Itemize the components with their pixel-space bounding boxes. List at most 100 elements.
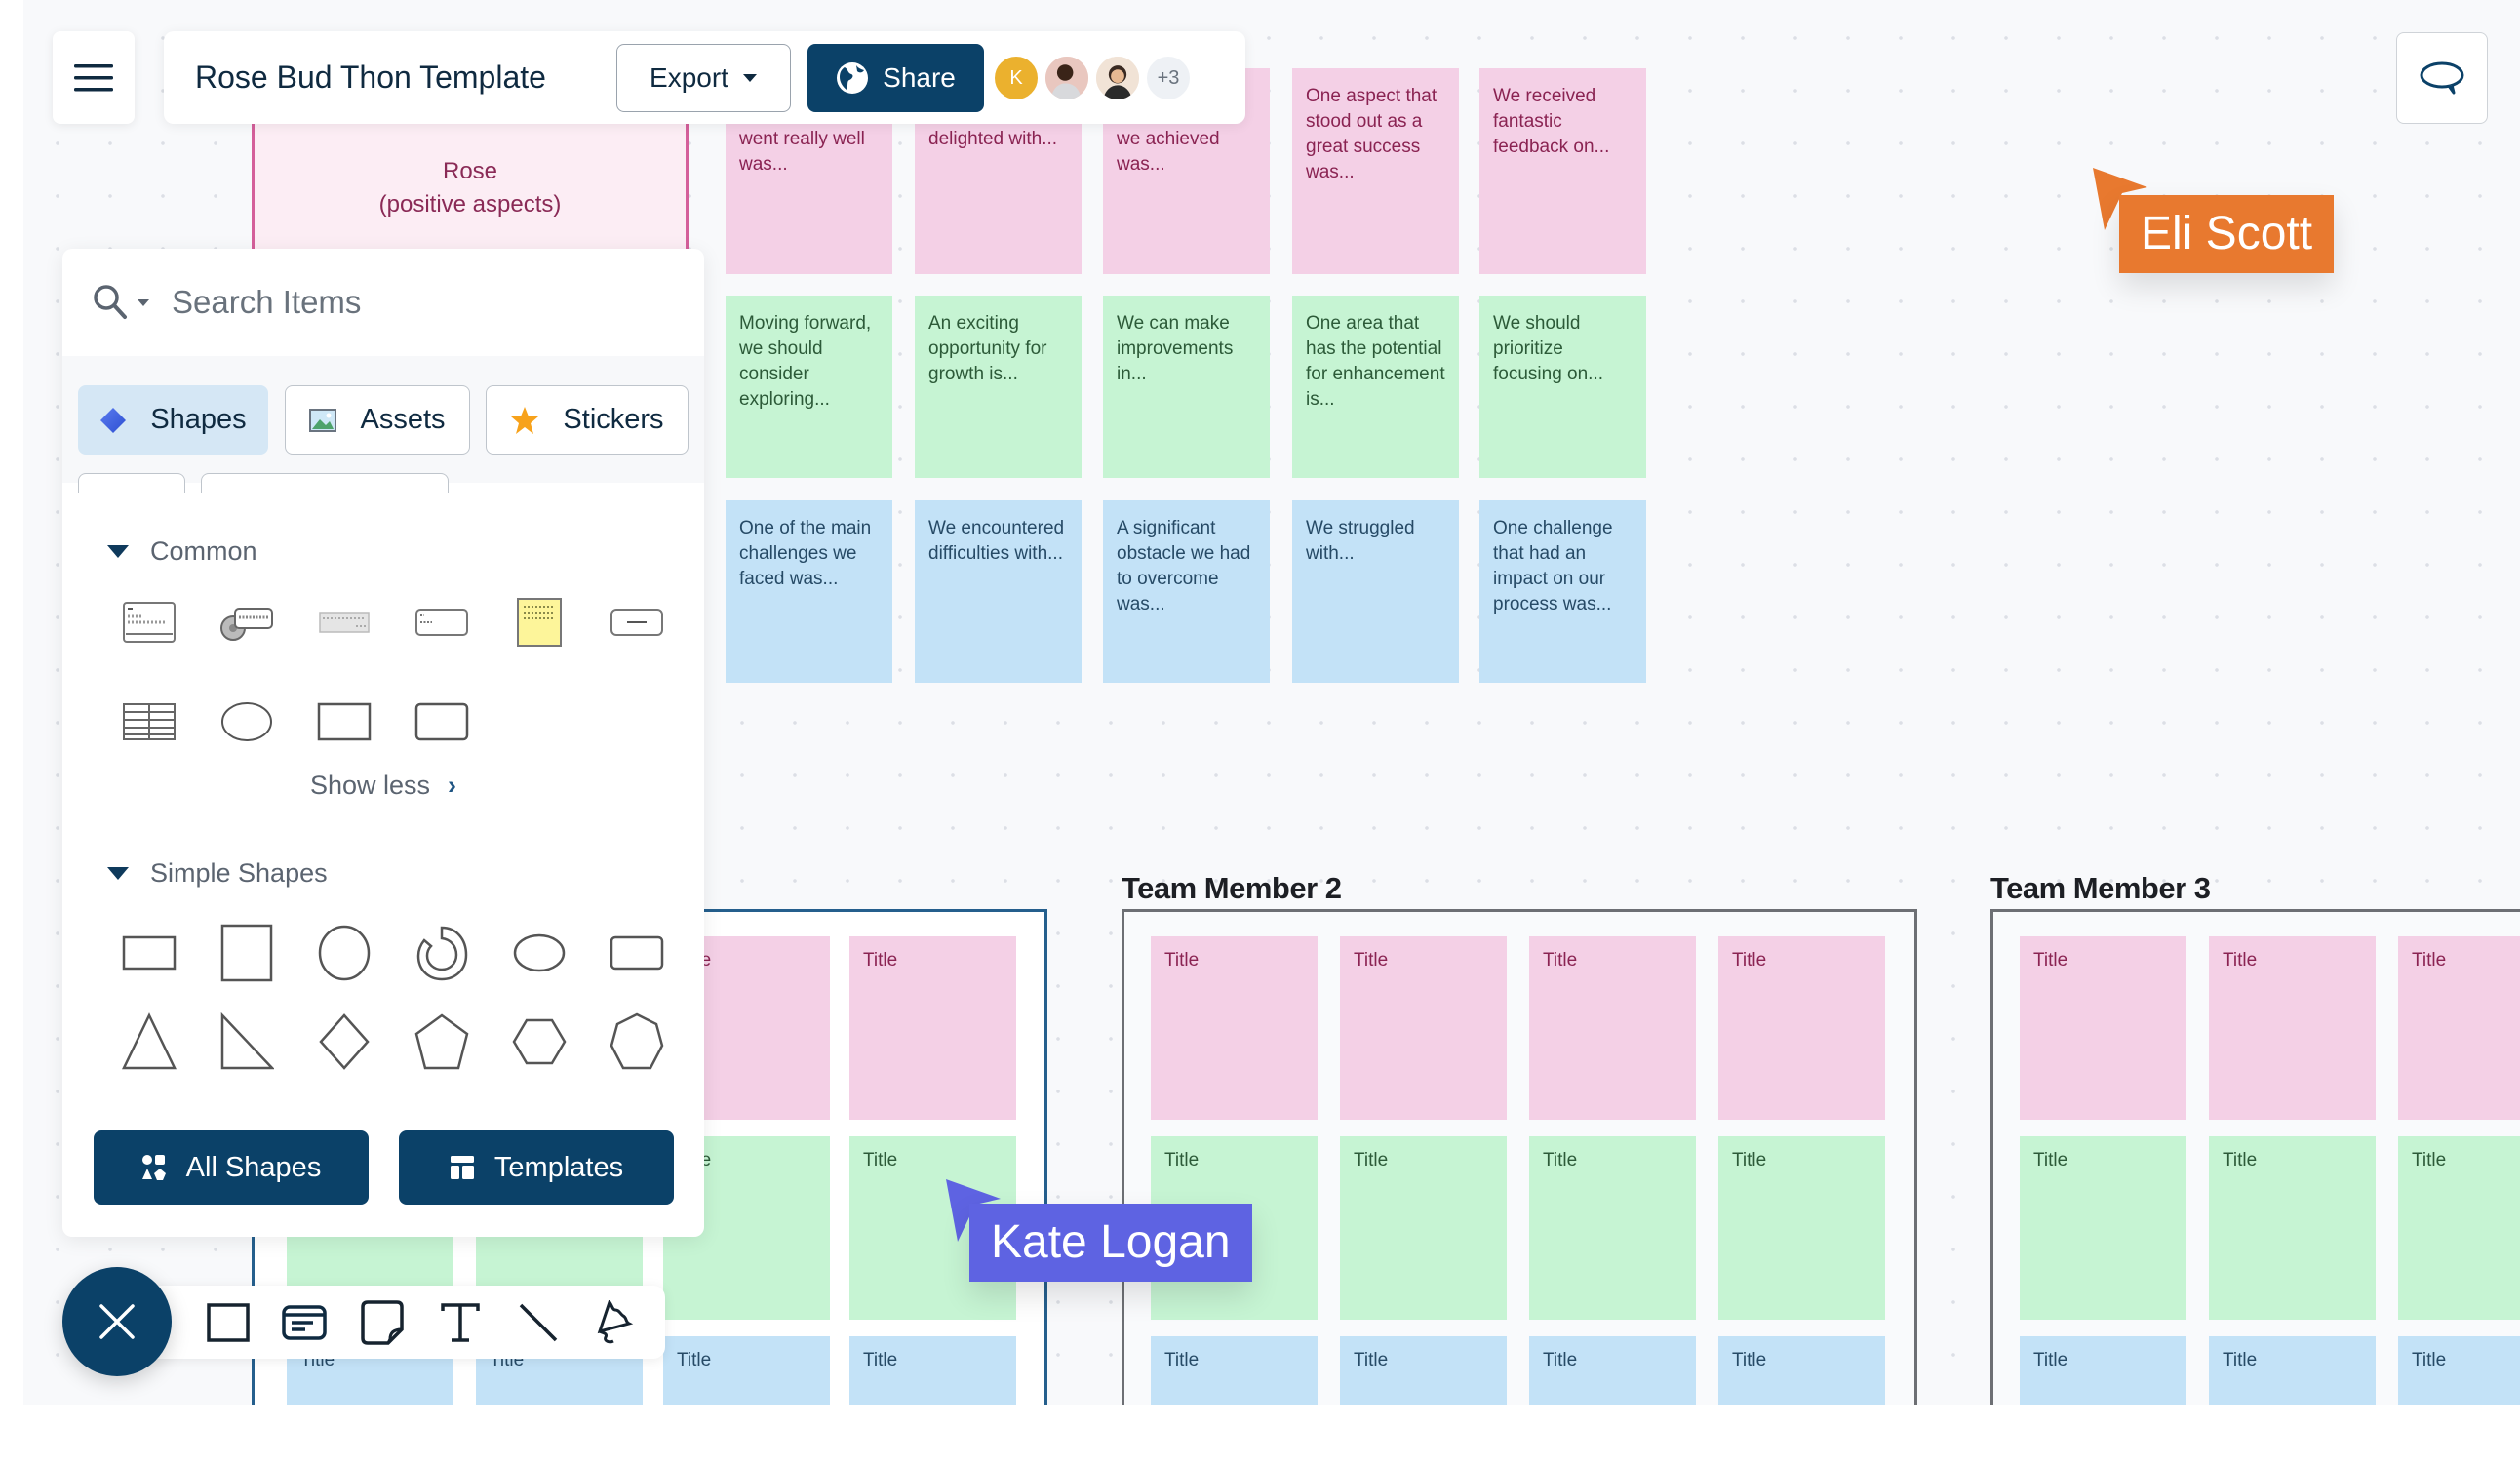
sticky-note-blue[interactable]: One challenge that had an impact on our … bbox=[1479, 500, 1646, 683]
ellipse-shape-icon bbox=[221, 702, 272, 741]
more-collaborators-badge[interactable]: +3 bbox=[1145, 55, 1192, 101]
team-3-note-green[interactable]: Title bbox=[2209, 1136, 2376, 1320]
shape-simple-arc[interactable] bbox=[408, 919, 476, 987]
shape-simple-pentagon[interactable] bbox=[408, 1008, 476, 1076]
all-shapes-button[interactable]: All Shapes bbox=[94, 1130, 369, 1205]
team-1-note-blue[interactable]: Title bbox=[663, 1336, 830, 1405]
shape-simple-ellipse[interactable] bbox=[505, 919, 573, 987]
button-shape-icon bbox=[610, 609, 663, 636]
comments-button[interactable] bbox=[2396, 32, 2488, 124]
triangle-icon bbox=[122, 1012, 177, 1070]
team-2-note-blue[interactable]: Title bbox=[1718, 1336, 1885, 1405]
text-tool-icon bbox=[441, 1303, 480, 1342]
sticky-note-blue[interactable]: One of the main challenges we faced was.… bbox=[726, 500, 892, 683]
team-2-note-pink[interactable]: Title bbox=[1340, 936, 1507, 1120]
team-2-note-pink[interactable]: Title bbox=[1151, 936, 1318, 1120]
pen-tool[interactable] bbox=[585, 1293, 644, 1352]
search-icon[interactable] bbox=[92, 283, 131, 322]
sticky-note-green[interactable]: Moving forward, we should consider explo… bbox=[726, 296, 892, 478]
team-1-note-blue[interactable]: Title bbox=[849, 1336, 1016, 1405]
tab-shapes[interactable]: Shapes bbox=[78, 385, 268, 455]
sticky-note-tool[interactable] bbox=[353, 1293, 412, 1352]
tab-stickers[interactable]: Stickers bbox=[486, 385, 689, 455]
shape-table[interactable] bbox=[115, 688, 183, 756]
sticky-note-green[interactable]: We should prioritize focusing on... bbox=[1479, 296, 1646, 478]
collaborator-avatar-k[interactable]: K bbox=[993, 55, 1040, 101]
shape-rectangle[interactable] bbox=[310, 688, 378, 756]
search-scope-caret-icon[interactable] bbox=[137, 297, 150, 307]
right-triangle-icon bbox=[220, 1012, 274, 1070]
sticky-note-pink[interactable]: We received fantastic feedback on... bbox=[1479, 68, 1646, 274]
text-tool[interactable] bbox=[431, 1293, 490, 1352]
team-2-note-blue[interactable]: Title bbox=[1529, 1336, 1696, 1405]
sticky-note-green[interactable]: We can make improvements in... bbox=[1103, 296, 1270, 478]
shapes-panel: Shapes Assets Stickers Common bbox=[62, 249, 704, 1237]
team-2-note-blue[interactable]: Title bbox=[1151, 1336, 1318, 1405]
search-items-input[interactable] bbox=[172, 284, 640, 321]
section-common-header[interactable]: Common bbox=[107, 536, 257, 567]
team-2-note-pink[interactable]: Title bbox=[1529, 936, 1696, 1120]
kate-logan-cursor-label: Kate Logan bbox=[969, 1204, 1252, 1282]
tab-assets[interactable]: Assets bbox=[285, 385, 470, 455]
team-3-note-blue[interactable]: Title bbox=[2398, 1336, 2520, 1405]
shape-simple-heptagon[interactable] bbox=[603, 1008, 671, 1076]
shape-tag[interactable] bbox=[213, 588, 281, 656]
document-title[interactable]: Rose Bud Thon Template bbox=[195, 31, 546, 124]
shape-simple-right-triangle[interactable] bbox=[213, 1008, 281, 1076]
close-toolbar-button[interactable] bbox=[62, 1267, 172, 1376]
collapse-triangle-icon bbox=[107, 545, 129, 558]
tab-overflow-2[interactable] bbox=[201, 473, 449, 493]
templates-button[interactable]: Templates bbox=[399, 1130, 674, 1205]
team-2-note-green[interactable]: Title bbox=[1340, 1136, 1507, 1320]
team-3-note-pink[interactable]: Title bbox=[2398, 936, 2520, 1120]
team-3-note-pink[interactable]: Title bbox=[2209, 936, 2376, 1120]
card-tool-icon bbox=[282, 1305, 327, 1340]
team-2-note-green[interactable]: Title bbox=[1718, 1136, 1885, 1320]
shape-button[interactable] bbox=[603, 588, 671, 656]
shape-simple-hexagon[interactable] bbox=[505, 1008, 573, 1076]
sticky-note-blue[interactable]: We struggled with... bbox=[1292, 500, 1459, 683]
shapes-grid-icon bbox=[141, 1155, 166, 1180]
team-2-note-blue[interactable]: Title bbox=[1340, 1336, 1507, 1405]
sticky-note-pink[interactable]: One aspect that stood out as a great suc… bbox=[1292, 68, 1459, 274]
shape-card[interactable] bbox=[115, 588, 183, 656]
team-3-note-green[interactable]: Title bbox=[2020, 1136, 2186, 1320]
shape-simple-circle[interactable] bbox=[310, 919, 378, 987]
team-1-note-pink[interactable]: Title bbox=[849, 936, 1016, 1120]
shape-banner[interactable] bbox=[310, 588, 378, 656]
team-3-note-blue[interactable]: Title bbox=[2020, 1336, 2186, 1405]
shape-simple-rectangle[interactable] bbox=[115, 919, 183, 987]
team-3-note-blue[interactable]: Title bbox=[2209, 1336, 2376, 1405]
shape-rounded-rectangle[interactable] bbox=[408, 688, 476, 756]
team-3-note-green[interactable]: Title bbox=[2398, 1136, 2520, 1320]
shape-ellipse[interactable] bbox=[213, 688, 281, 756]
search-row bbox=[62, 249, 704, 356]
sticky-note-blue[interactable]: We encountered difficulties with... bbox=[915, 500, 1082, 683]
eli-scott-cursor-label: Eli Scott bbox=[2119, 195, 2335, 273]
export-button[interactable]: Export bbox=[616, 44, 791, 112]
share-button[interactable]: Share bbox=[807, 44, 984, 112]
collaborator-avatar-photo-2[interactable] bbox=[1094, 55, 1141, 101]
shape-label[interactable] bbox=[408, 588, 476, 656]
team-member-2-label: Team Member 2 bbox=[1122, 871, 1342, 905]
sticky-note-blue[interactable]: A significant obstacle we had to overcom… bbox=[1103, 500, 1270, 683]
team-2-note-green[interactable]: Title bbox=[1529, 1136, 1696, 1320]
tab-overflow-1[interactable] bbox=[78, 473, 185, 493]
card-tool[interactable] bbox=[275, 1293, 334, 1352]
sticky-note-green[interactable]: An exciting opportunity for growth is... bbox=[915, 296, 1082, 478]
show-less-link[interactable]: Show less › bbox=[62, 771, 704, 801]
main-menu-button[interactable] bbox=[53, 31, 135, 124]
shape-simple-diamond[interactable] bbox=[310, 1008, 378, 1076]
team-2-note-pink[interactable]: Title bbox=[1718, 936, 1885, 1120]
shape-simple-triangle[interactable] bbox=[115, 1008, 183, 1076]
shape-simple-square[interactable] bbox=[213, 919, 281, 987]
line-tool[interactable] bbox=[509, 1293, 568, 1352]
rose-frame-subtitle: (positive aspects) bbox=[378, 190, 562, 218]
shape-sticky-note[interactable] bbox=[505, 588, 573, 656]
section-simple-shapes-header[interactable]: Simple Shapes bbox=[107, 858, 328, 889]
collaborator-avatar-photo-1[interactable] bbox=[1043, 55, 1090, 101]
rectangle-tool[interactable] bbox=[199, 1293, 257, 1352]
shape-simple-rounded-rectangle[interactable] bbox=[603, 919, 671, 987]
team-3-note-pink[interactable]: Title bbox=[2020, 936, 2186, 1120]
sticky-note-green[interactable]: One area that has the potential for enha… bbox=[1292, 296, 1459, 478]
